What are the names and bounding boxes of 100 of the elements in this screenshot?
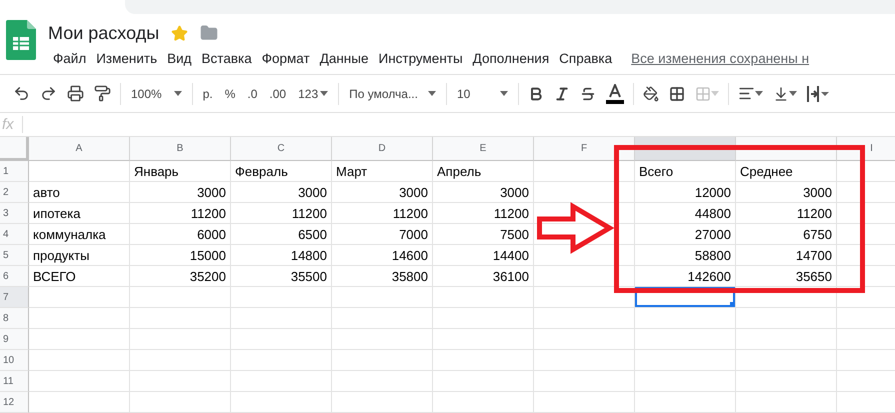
table-cell[interactable] (534, 371, 635, 392)
table-cell[interactable] (29, 329, 130, 350)
menu-item[interactable]: Формат (256, 50, 315, 66)
table-cell[interactable] (29, 371, 130, 392)
table-cell[interactable] (332, 329, 433, 350)
table-cell[interactable] (231, 308, 332, 329)
menu-item[interactable]: Дополнения (468, 50, 554, 66)
table-cell[interactable] (130, 350, 231, 371)
decrease-decimals-button[interactable]: .0 (241, 80, 264, 106)
column-header[interactable]: C (231, 137, 332, 161)
table-cell[interactable]: 27000 (635, 224, 736, 245)
table-cell[interactable] (332, 308, 433, 329)
table-cell[interactable] (534, 350, 635, 371)
save-status-link[interactable]: Все изменения сохранены н (631, 50, 810, 66)
row-header[interactable]: 5 (0, 245, 29, 266)
table-cell[interactable] (332, 350, 433, 371)
font-size-dropdown[interactable]: 10 (450, 80, 514, 106)
table-cell[interactable]: 3000 (231, 182, 332, 203)
table-cell[interactable]: 58800 (635, 245, 736, 266)
table-cell[interactable]: 142600 (635, 266, 736, 287)
table-cell[interactable]: ипотека (29, 203, 130, 224)
table-cell[interactable]: 35650 (736, 266, 837, 287)
row-header[interactable]: 10 (0, 350, 29, 371)
table-cell[interactable]: 14700 (736, 245, 837, 266)
menu-item[interactable]: Вставка (196, 50, 257, 66)
table-cell[interactable] (433, 350, 534, 371)
table-cell[interactable] (736, 371, 837, 392)
table-cell[interactable] (29, 308, 130, 329)
table-cell[interactable]: Всего (635, 161, 736, 182)
table-cell[interactable]: Февраль (231, 161, 332, 182)
number-format-dropdown[interactable]: 123 (292, 80, 334, 106)
table-cell[interactable]: 7500 (433, 224, 534, 245)
table-cell[interactable] (736, 329, 837, 350)
table-cell[interactable]: 11200 (736, 203, 837, 224)
table-cell[interactable] (231, 350, 332, 371)
table-cell[interactable] (736, 350, 837, 371)
table-cell[interactable] (635, 392, 736, 413)
table-cell[interactable] (736, 392, 837, 413)
row-header[interactable]: 9 (0, 329, 29, 350)
menu-item[interactable]: Инструменты (373, 50, 468, 66)
table-cell[interactable]: Апрель (433, 161, 534, 182)
table-cell[interactable]: 14400 (433, 245, 534, 266)
select-all-corner[interactable] (0, 137, 29, 161)
table-cell[interactable] (433, 392, 534, 413)
table-cell[interactable] (534, 266, 635, 287)
table-cell[interactable] (130, 287, 231, 308)
menu-item[interactable]: Данные (314, 50, 374, 66)
table-cell[interactable] (433, 308, 534, 329)
table-cell[interactable] (534, 392, 635, 413)
table-cell[interactable]: 3000 (736, 182, 837, 203)
table-cell[interactable] (635, 350, 736, 371)
folder-icon[interactable] (200, 24, 218, 42)
table-cell[interactable] (534, 161, 635, 182)
table-cell[interactable] (534, 329, 635, 350)
table-cell[interactable] (130, 308, 231, 329)
table-cell[interactable]: 36100 (433, 266, 534, 287)
table-cell[interactable] (29, 161, 130, 182)
table-cell[interactable] (231, 329, 332, 350)
font-dropdown[interactable]: По умолча... (343, 80, 442, 106)
table-cell[interactable]: авто (29, 182, 130, 203)
column-header[interactable]: A (29, 137, 130, 161)
table-cell[interactable]: 44800 (635, 203, 736, 224)
table-cell[interactable] (130, 329, 231, 350)
star-icon[interactable] (171, 24, 188, 42)
table-cell[interactable]: 11200 (130, 203, 231, 224)
row-header[interactable]: 7 (0, 287, 29, 308)
table-cell[interactable] (534, 287, 635, 308)
table-cell[interactable]: 35200 (130, 266, 231, 287)
menu-item[interactable]: Вид (162, 50, 197, 66)
table-cell[interactable]: 14600 (332, 245, 433, 266)
menu-item[interactable]: Изменить (91, 50, 162, 66)
table-cell[interactable] (231, 371, 332, 392)
table-cell[interactable]: 12000 (635, 182, 736, 203)
table-cell[interactable] (231, 392, 332, 413)
row-header[interactable]: 4 (0, 224, 29, 245)
row-header[interactable]: 3 (0, 203, 29, 224)
document-title[interactable]: Мои расходы (48, 22, 160, 44)
table-cell[interactable]: 6500 (231, 224, 332, 245)
percent-button[interactable]: % (218, 80, 242, 106)
row-header[interactable]: 1 (0, 161, 29, 182)
increase-decimals-button[interactable]: .00 (263, 80, 292, 106)
table-cell[interactable] (29, 350, 130, 371)
row-header[interactable]: 8 (0, 308, 29, 329)
table-cell[interactable] (231, 287, 332, 308)
table-cell[interactable] (534, 203, 635, 224)
table-cell[interactable]: 35800 (332, 266, 433, 287)
table-cell[interactable]: 3000 (433, 182, 534, 203)
table-cell[interactable] (736, 287, 837, 308)
table-cell[interactable] (635, 287, 736, 308)
table-cell[interactable] (29, 392, 130, 413)
table-cell[interactable]: Март (332, 161, 433, 182)
table-cell[interactable] (534, 245, 635, 266)
table-cell[interactable]: 3000 (130, 182, 231, 203)
row-header[interactable]: 6 (0, 266, 29, 287)
zoom-dropdown[interactable]: 100% (125, 80, 188, 106)
table-cell[interactable]: 7000 (332, 224, 433, 245)
menu-item[interactable]: Справка (554, 50, 618, 66)
table-cell[interactable] (736, 308, 837, 329)
column-header[interactable]: F (534, 137, 635, 161)
table-cell[interactable] (332, 392, 433, 413)
